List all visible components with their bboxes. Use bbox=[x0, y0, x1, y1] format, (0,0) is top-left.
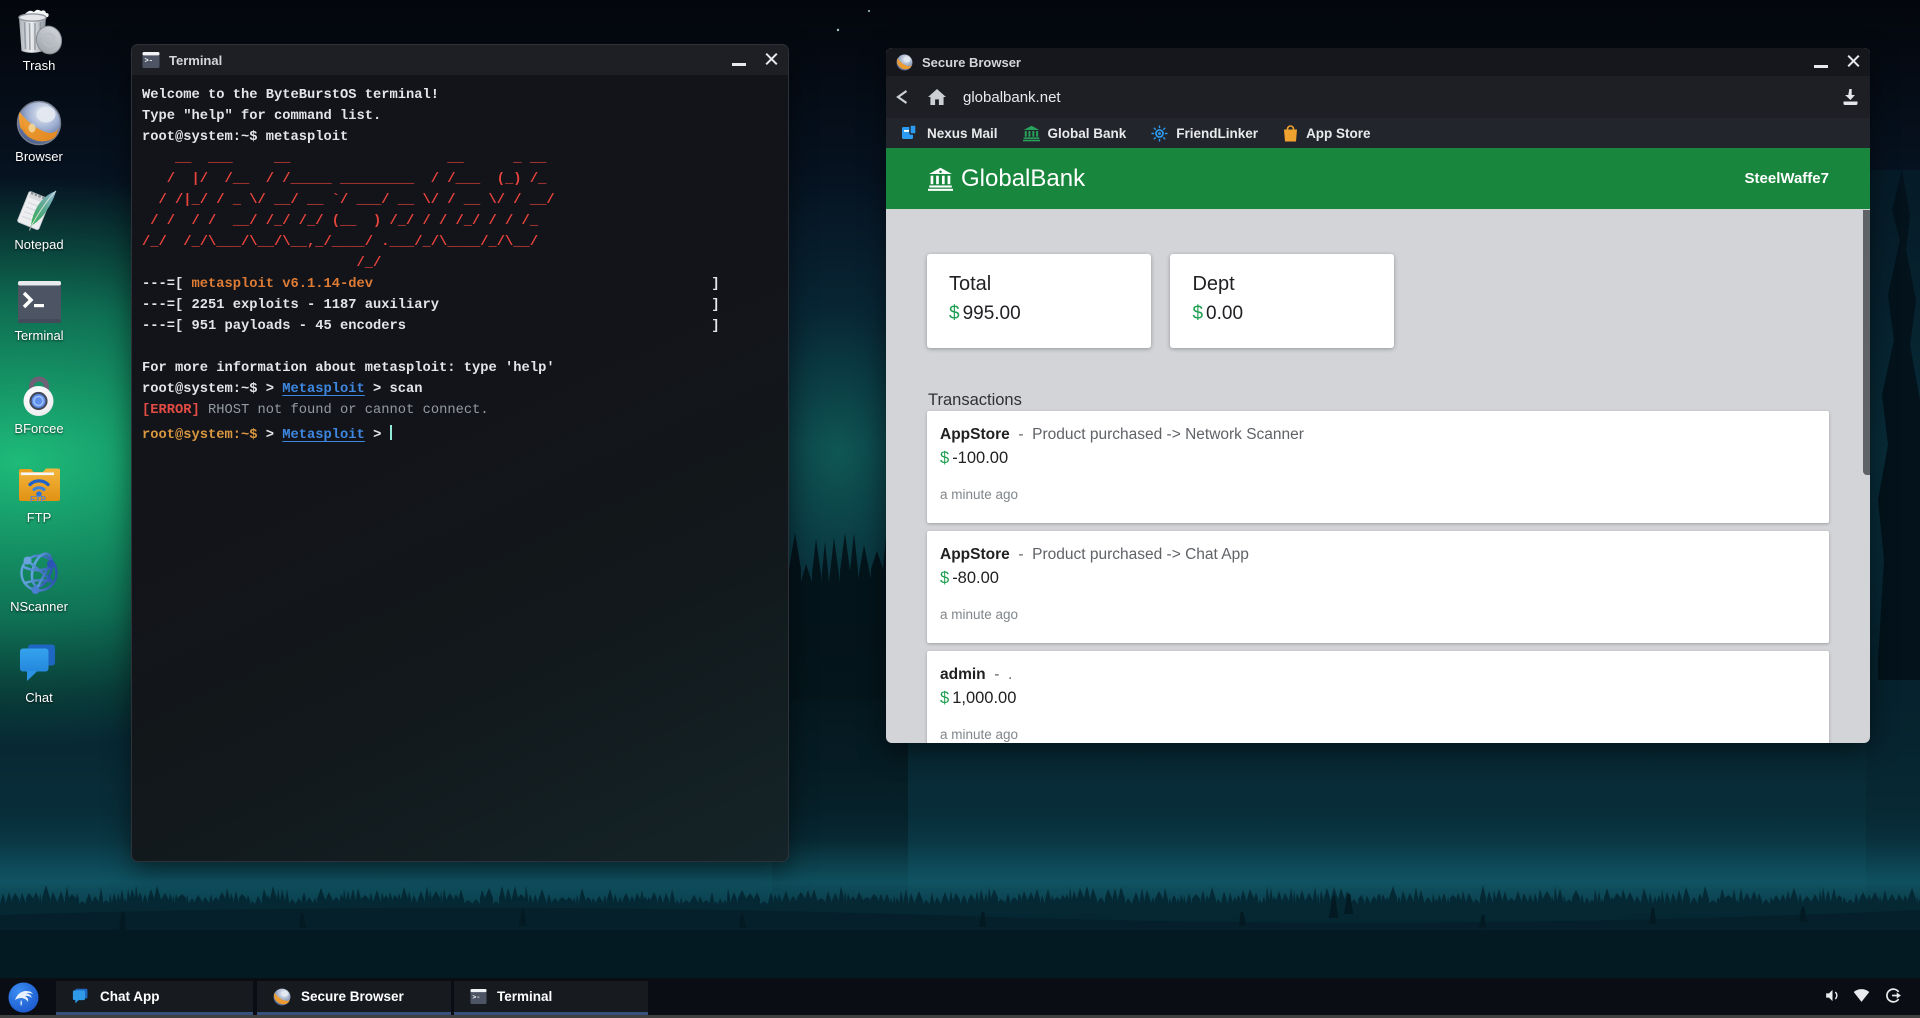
svg-text:FTP: FTP bbox=[30, 494, 46, 504]
svg-text:>-: >- bbox=[145, 58, 153, 66]
svg-text:>-: >- bbox=[472, 993, 480, 1001]
